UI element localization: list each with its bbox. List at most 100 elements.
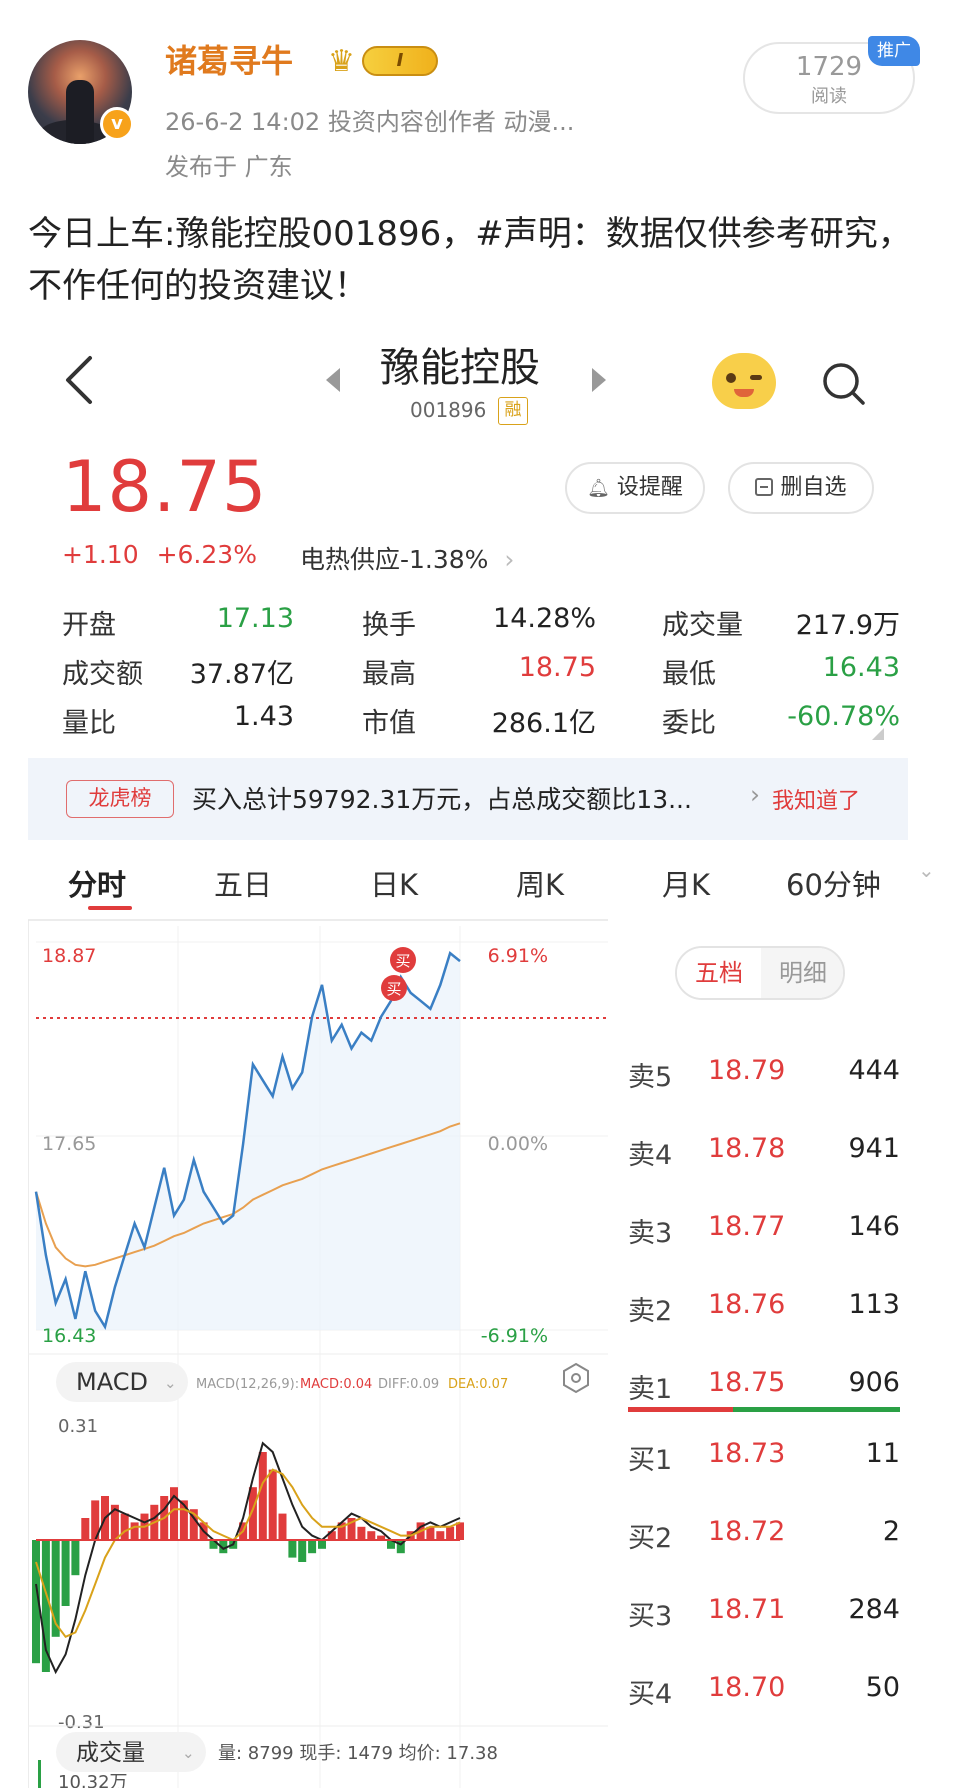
price-mid-label: 17.65 <box>42 1133 96 1155</box>
orderbook-price: 18.72 <box>708 1516 786 1547</box>
macd-bar <box>61 1540 70 1606</box>
volume-stats: 量: 8799 现手: 1479 均价: 17.38 <box>218 1743 498 1764</box>
orderbook-price: 18.79 <box>708 1055 786 1086</box>
orderbook-label: 卖3 <box>628 1218 673 1249</box>
stock-code: 001896 <box>410 398 487 422</box>
volume-bar <box>38 1760 41 1788</box>
sector-label: 电热供应-1.38% <box>300 545 489 574</box>
ask-row[interactable]: 卖2 18.76 113 <box>628 1283 900 1333</box>
ask-row[interactable]: 卖3 18.77 146 <box>628 1205 900 1255</box>
stat-value: 14.28% <box>493 603 596 634</box>
stat-value: 217.9万 <box>795 610 900 641</box>
next-stock-icon[interactable] <box>592 368 606 392</box>
expand-corner-icon[interactable] <box>872 728 884 740</box>
orderbook-label: 买3 <box>628 1601 673 1632</box>
tab-60min[interactable]: 60分钟 <box>786 862 881 904</box>
macd-bar <box>268 1469 277 1540</box>
search-icon[interactable] <box>820 360 866 406</box>
macd-bar <box>81 1518 90 1540</box>
ask-row[interactable]: 卖5 18.79 444 <box>628 1049 900 1099</box>
stat-label: 最高 <box>362 659 416 690</box>
chevron-down-icon: ⌄ <box>182 1744 195 1762</box>
dea-value: DEA:0.07 <box>448 1377 508 1392</box>
orderbook-qty: 444 <box>848 1055 900 1086</box>
orderbook-price: 18.75 <box>708 1367 786 1398</box>
chevron-right-icon: › <box>504 545 515 574</box>
buy-marker-2: 买 <box>381 975 407 1001</box>
macd-title: MACD <box>76 1368 148 1396</box>
tab-monthly-k[interactable]: 月K <box>662 862 710 904</box>
remove-watchlist-button[interactable]: 删自选 <box>728 462 874 514</box>
set-alert-button[interactable]: 🔔︎ 设提醒 <box>565 462 705 514</box>
macd-value: MACD:0.04 <box>300 1377 372 1392</box>
orderbook-label: 买1 <box>628 1445 673 1476</box>
tab-intraday[interactable]: 分时 <box>68 862 126 904</box>
set-alert-label: 设提醒 <box>616 475 683 500</box>
mascot-icon[interactable] <box>712 353 776 409</box>
stat-value: 16.43 <box>822 652 900 683</box>
macd-bar <box>288 1540 297 1558</box>
price-change: +1.10 +6.23% <box>62 540 257 569</box>
orderbook-qty: 146 <box>848 1211 900 1242</box>
ask-row[interactable]: 卖1 18.75 906 <box>628 1361 900 1411</box>
post-location: 发布于 广东 <box>165 153 293 181</box>
macd-bar <box>436 1531 445 1540</box>
back-arrow-icon[interactable] <box>62 352 96 408</box>
tab-five-day[interactable]: 五日 <box>214 862 272 904</box>
change-value: +1.10 <box>62 540 139 569</box>
tab-details[interactable]: 明细 <box>761 948 843 998</box>
buy-marker-label: 买 <box>386 980 401 998</box>
tab-weekly-k[interactable]: 周K <box>516 862 564 904</box>
stat-value: 18.75 <box>518 652 596 683</box>
pct-mid-label: 0.00% <box>488 1133 548 1155</box>
post-text: 今日上车:豫能控股001896，#声明：数据仅供参考研究，不作任何的投资建议！ <box>28 214 912 306</box>
change-percent: +6.23% <box>156 540 257 569</box>
tab-more-icon[interactable]: ⌄ <box>918 858 935 882</box>
price-low-label: 16.43 <box>42 1325 96 1347</box>
macd-histogram <box>32 1452 464 1672</box>
bid-row[interactable]: 买1 18.73 11 <box>628 1432 900 1482</box>
price-high-label: 18.87 <box>42 945 96 967</box>
stat-label: 量比 <box>62 708 116 739</box>
lhb-dismiss-button[interactable]: 我知道了 <box>772 783 860 815</box>
macd-bar <box>258 1452 267 1540</box>
orderbook-label: 卖4 <box>628 1140 673 1171</box>
stat-label: 市值 <box>362 708 416 739</box>
macd-bar <box>130 1522 139 1540</box>
macd-bar <box>71 1540 80 1576</box>
orderbook-price: 18.70 <box>708 1672 786 1703</box>
macd-bar <box>308 1540 317 1554</box>
macd-params: MACD(12,26,9): <box>196 1377 299 1392</box>
stat-label: 成交量 <box>662 610 743 641</box>
orderbook-qty: 113 <box>848 1289 900 1320</box>
volume-title: 成交量 <box>76 1740 145 1766</box>
read-label: 阅读 <box>811 86 847 107</box>
margin-tag: 融 <box>498 397 528 425</box>
bid-row[interactable]: 买3 18.71 284 <box>628 1588 900 1638</box>
dif-line <box>35 1441 461 1675</box>
orderbook-label: 买4 <box>628 1679 673 1710</box>
orderbook-qty: 941 <box>848 1133 900 1164</box>
stat-value: 37.87亿 <box>189 659 294 690</box>
tab-daily-k[interactable]: 日K <box>370 862 418 904</box>
verified-badge-icon: v <box>100 107 134 141</box>
ask-row[interactable]: 卖4 18.78 941 <box>628 1127 900 1177</box>
bid-row[interactable]: 买4 18.70 50 <box>628 1666 900 1716</box>
price-area-fill <box>36 953 460 1330</box>
macd-bar <box>446 1526 455 1540</box>
sector-link[interactable]: 电热供应-1.38% › <box>300 540 514 576</box>
orderbook-qty: 906 <box>848 1367 900 1398</box>
prev-stock-icon[interactable] <box>326 368 340 392</box>
author-name[interactable]: 诸葛寻牛 <box>165 36 293 82</box>
intraday-chart[interactable]: 18.87 17.65 16.43 6.91% 0.00% -6.91% 买 买… <box>28 918 608 1788</box>
diff-value: DIFF:0.09 <box>378 1377 439 1392</box>
tab-five-levels[interactable]: 五档 <box>677 948 761 998</box>
orderbook-qty: 2 <box>882 1516 900 1547</box>
bid-ask-ratio-bar <box>628 1407 900 1412</box>
pct-low-label: -6.91% <box>481 1325 548 1347</box>
bid-row[interactable]: 买2 18.72 2 <box>628 1510 900 1560</box>
chevron-right-icon: › <box>750 780 760 809</box>
stat-value: 1.43 <box>233 701 294 732</box>
macd-high-label: 0.31 <box>58 1416 98 1437</box>
orderbook-label: 卖2 <box>628 1296 673 1327</box>
